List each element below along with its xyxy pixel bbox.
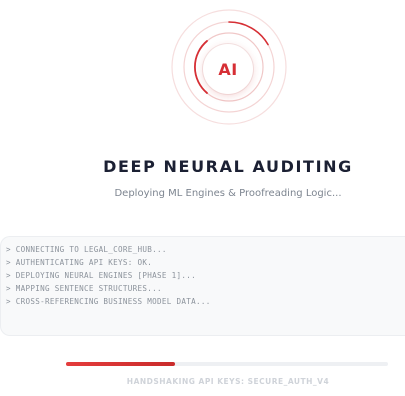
console-line: > DEPLOYING NEURAL ENGINES [PHASE 1]... [6, 271, 197, 280]
ai-badge-label: AI [218, 59, 238, 79]
page-subtitle: Deploying ML Engines & Proofreading Logi… [114, 188, 342, 199]
progress-bar [66, 362, 388, 366]
ai-badge: AI [203, 44, 253, 94]
console-line: > MAPPING SENTENCE STRUCTURES... [6, 284, 162, 293]
page-title: DEEP NEURAL AUDITING [103, 157, 353, 176]
console-line: > AUTHENTICATING API KEYS: OK. [6, 258, 153, 267]
console-line: > CROSS-REFERENCING BUSINESS MODEL DATA.… [6, 297, 211, 306]
status-text: HANDSHAKING API KEYS: SECURE_AUTH_V4 [126, 377, 330, 386]
console-line: > CONNECTING TO LEGAL_CORE_HUB... [6, 245, 167, 254]
console-log: > CONNECTING TO LEGAL_CORE_HUB... > AUTH… [0, 236, 405, 336]
progress-fill [66, 362, 176, 366]
